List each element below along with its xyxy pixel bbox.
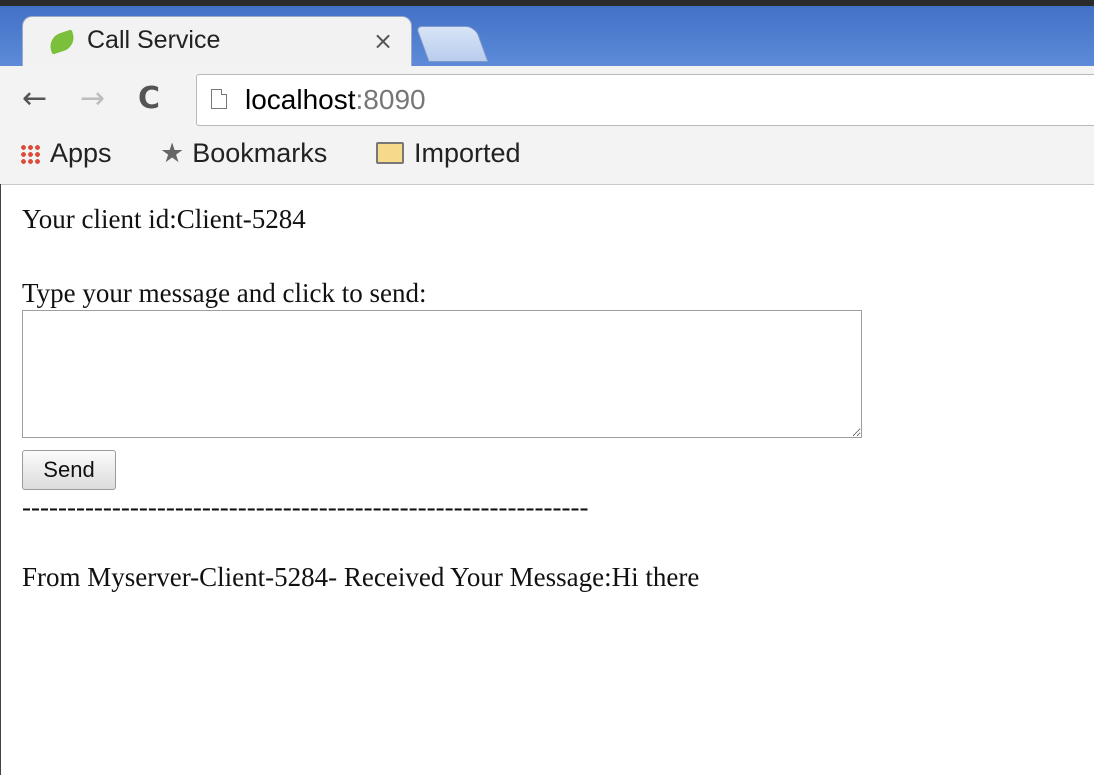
bookmark-bookmarks[interactable]: ★ Bookmarks [160, 138, 327, 169]
bookmark-imported-label: Imported [414, 138, 521, 168]
bookmark-apps[interactable]: Apps [20, 138, 112, 169]
bookmarks-bar: Apps ★ Bookmarks Imported [0, 134, 1094, 185]
url-text: localhost:8090 [245, 84, 426, 116]
back-button[interactable]: ← [22, 82, 47, 116]
new-tab-button[interactable] [415, 26, 489, 62]
bookmark-apps-label: Apps [50, 138, 112, 168]
bookmark-imported[interactable]: Imported [376, 138, 521, 169]
tab-title: Call Service [87, 26, 221, 54]
url-port: :8090 [355, 84, 426, 115]
leaf-icon [46, 29, 78, 55]
page-icon [211, 89, 227, 109]
bookmark-bookmarks-label: Bookmarks [192, 138, 328, 168]
reload-button[interactable]: C [138, 82, 160, 116]
address-bar[interactable]: localhost:8090 [196, 74, 1094, 126]
tab-strip: Call Service × [0, 0, 1094, 67]
close-tab-icon[interactable]: × [373, 27, 393, 55]
browser-toolbar: ← → C localhost:8090 [0, 66, 1094, 134]
tab-call-service[interactable]: Call Service × [22, 16, 412, 67]
url-host: localhost [245, 84, 356, 115]
star-icon: ★ [160, 138, 185, 168]
separator-line: ----------------------------------------… [22, 492, 589, 522]
send-button[interactable]: Send [22, 450, 116, 490]
forward-button[interactable]: → [80, 82, 105, 116]
server-response-text: From Myserver-Client-5284- Received Your… [22, 562, 700, 592]
message-prompt: Type your message and click to send: [22, 278, 427, 308]
folder-icon [376, 142, 404, 164]
window-top-border [0, 0, 1094, 6]
window-left-border [0, 184, 1, 775]
client-id-text: Your client id:Client-5284 [22, 204, 306, 234]
message-textarea[interactable] [22, 310, 862, 438]
apps-grid-icon [20, 144, 40, 164]
